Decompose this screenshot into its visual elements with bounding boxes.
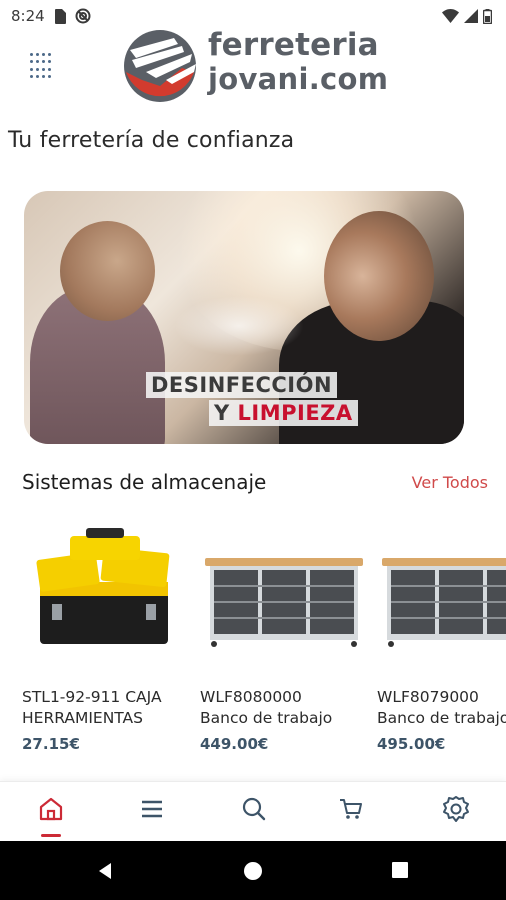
promo-banner[interactable]: DESINFECCIÓN Y LIMPIEZA bbox=[24, 191, 464, 444]
wifi-icon bbox=[442, 9, 459, 23]
product-name: WLF8079000 Banco de trabajo bbox=[377, 687, 506, 729]
product-price: 495.00€ bbox=[377, 735, 446, 753]
see-all-link[interactable]: Ver Todos bbox=[412, 473, 488, 492]
toolbox-image bbox=[36, 528, 170, 644]
nav-settings[interactable] bbox=[441, 794, 471, 824]
logo-line1: ferreteria bbox=[208, 27, 379, 63]
banner-mist bbox=[174, 296, 304, 356]
nav-home[interactable] bbox=[36, 794, 66, 824]
do-not-disturb-icon bbox=[75, 8, 91, 24]
home-icon bbox=[39, 797, 63, 821]
grid-dots-icon[interactable] bbox=[30, 53, 56, 79]
search-icon bbox=[242, 797, 266, 821]
battery-icon bbox=[483, 8, 492, 24]
product-name: STL1-92-911 CAJA HERRAMIENTAS bbox=[22, 687, 197, 729]
status-time: 8:24 bbox=[11, 7, 45, 25]
product-carousel[interactable]: STL1-92-911 CAJA HERRAMIENTAS 27.15€ WLF8… bbox=[0, 510, 506, 770]
banner-title-line2: Y LIMPIEZA bbox=[209, 400, 358, 426]
product-price: 449.00€ bbox=[200, 735, 269, 753]
status-right bbox=[442, 8, 492, 24]
banner-woman-head bbox=[324, 211, 434, 341]
product-card[interactable]: WLF8079000 Banco de trabajo 495.00€ bbox=[377, 510, 506, 770]
workbench-image bbox=[205, 558, 363, 647]
bottom-nav bbox=[0, 781, 506, 841]
product-name: WLF8080000 Banco de trabajo bbox=[200, 687, 375, 729]
active-tab-indicator bbox=[41, 834, 61, 837]
product-price: 27.15€ bbox=[22, 735, 80, 753]
recents-icon[interactable] bbox=[391, 861, 409, 879]
product-name-line1: WLF8079000 bbox=[377, 688, 479, 706]
logo-line2: jovani.com bbox=[208, 62, 389, 96]
banner-line2-highlight: LIMPIEZA bbox=[237, 401, 353, 425]
menu-icon bbox=[142, 800, 162, 818]
product-card[interactable]: STL1-92-911 CAJA HERRAMIENTAS 27.15€ bbox=[22, 510, 192, 770]
product-card[interactable]: WLF8080000 Banco de trabajo 449.00€ bbox=[200, 510, 370, 770]
product-name-line1: WLF8080000 bbox=[200, 688, 302, 706]
home-circle-icon[interactable] bbox=[243, 861, 263, 881]
workbench-image bbox=[382, 558, 506, 647]
banner-line2-prefix: Y bbox=[214, 401, 238, 425]
logo-mark-icon bbox=[124, 30, 196, 102]
nav-cart[interactable] bbox=[336, 794, 366, 824]
banner-girl-head bbox=[60, 221, 155, 321]
logo[interactable]: ferreteria jovani.com bbox=[122, 28, 392, 104]
signal-icon bbox=[464, 9, 478, 23]
product-name-line2: Banco de trabajo bbox=[200, 709, 333, 727]
status-left: 8:24 bbox=[11, 7, 91, 25]
banner-title-line1: DESINFECCIÓN bbox=[146, 372, 338, 398]
logo-text: ferreteria jovani.com bbox=[208, 28, 388, 96]
product-name-line1: STL1-92-911 CAJA bbox=[22, 688, 162, 706]
product-name-line2: Banco de trabajo bbox=[377, 709, 506, 727]
section-title: Sistemas de almacenaje bbox=[22, 470, 267, 494]
back-icon[interactable] bbox=[95, 861, 115, 881]
app-header: ferreteria jovani.com bbox=[0, 26, 506, 106]
tagline: Tu ferretería de confianza bbox=[8, 128, 295, 153]
cart-icon bbox=[340, 799, 362, 819]
settings-icon bbox=[443, 796, 469, 822]
product-name-line2: HERRAMIENTAS bbox=[22, 709, 144, 727]
sim-card-icon bbox=[54, 8, 66, 24]
system-nav-bar bbox=[0, 841, 506, 900]
nav-menu[interactable] bbox=[137, 794, 167, 824]
nav-search[interactable] bbox=[239, 794, 269, 824]
